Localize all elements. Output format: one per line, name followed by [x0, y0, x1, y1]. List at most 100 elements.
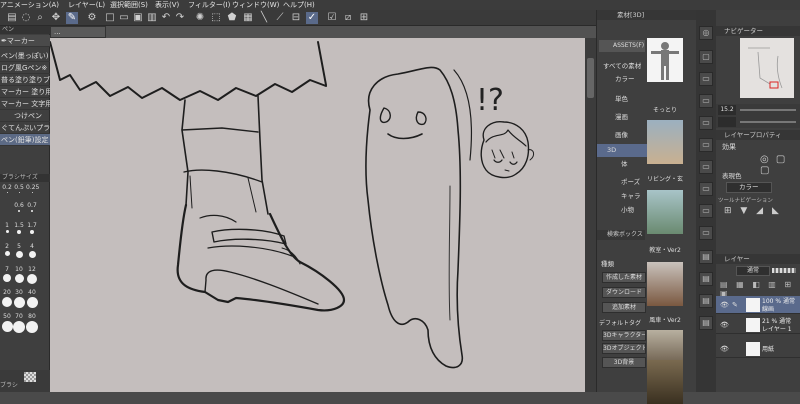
material-thumbnail[interactable]: [647, 190, 683, 234]
brush-size-option[interactable]: 12: [26, 267, 38, 284]
folder-icon[interactable]: ▭: [699, 94, 713, 108]
clear-icon[interactable]: ▦: [242, 12, 254, 24]
layer-row[interactable]: 👁 用紙: [716, 340, 800, 358]
effect-buttons[interactable]: ◎ ▢ ▢: [760, 154, 800, 176]
menu-view[interactable]: 表示(V): [155, 0, 179, 10]
menu-layer[interactable]: レイヤー(L): [68, 0, 105, 10]
folder-icon[interactable]: ▭: [699, 204, 713, 218]
brush-size-option[interactable]: 0.5: [13, 185, 25, 193]
sub-tool-item[interactable]: つけペン: [0, 110, 50, 122]
menu-window[interactable]: ウィンドウ(W): [232, 0, 279, 10]
tree-item-selected[interactable]: 3D: [597, 144, 653, 157]
scroll-thumb[interactable]: [587, 58, 594, 98]
menu-filter[interactable]: フィルター(I): [188, 0, 230, 10]
sub-tool-item[interactable]: ログ風Gペン※: [0, 62, 50, 74]
eye-icon[interactable]: 👁: [720, 301, 729, 309]
expression-color-select[interactable]: カラー: [726, 182, 772, 193]
menu-animation[interactable]: アニメーション(A): [0, 0, 59, 10]
brush-size-option[interactable]: 50: [1, 314, 13, 332]
rotation-value[interactable]: [718, 117, 736, 127]
open-file-icon[interactable]: ▭: [118, 12, 130, 24]
material-thumbnail[interactable]: [647, 38, 683, 82]
filter-button[interactable]: ダウンロード: [602, 287, 646, 298]
folder-icon[interactable]: ▭: [699, 116, 713, 130]
clipboard-icon[interactable]: ▤: [699, 250, 713, 264]
drawing-canvas[interactable]: !?: [50, 38, 585, 392]
clipboard-icon[interactable]: ▤: [699, 272, 713, 286]
pen-icon[interactable]: ✎: [66, 12, 78, 24]
material-thumbnail[interactable]: [647, 120, 683, 164]
symmetry-icon[interactable]: ⧄: [342, 12, 354, 24]
folder-icon[interactable]: ▭: [699, 226, 713, 240]
export-icon[interactable]: ▥: [146, 12, 158, 24]
lasso-icon[interactable]: ◌: [20, 12, 32, 24]
ruler-icon[interactable]: ╲: [258, 12, 270, 24]
tool-navigation-buttons[interactable]: ⊞ ▼ ◢ ◣: [724, 206, 782, 216]
loading-icon[interactable]: ✺: [194, 12, 206, 24]
current-tool-name[interactable]: ✒マーカー: [0, 35, 50, 47]
sub-tool-item[interactable]: ペン(墨っぽい): [0, 50, 50, 62]
brush-size-option[interactable]: 10: [13, 267, 25, 283]
menu-help[interactable]: ヘルプ(H): [283, 0, 315, 10]
tree-item[interactable]: 単色: [597, 93, 661, 106]
sub-tool-item[interactable]: マーカー 文字用: [0, 98, 50, 110]
snap-icon[interactable]: ⊟: [290, 12, 302, 24]
brush-size-option[interactable]: 0.25: [26, 185, 39, 193]
settings-icon[interactable]: ⚙: [86, 12, 98, 24]
sub-tool-item-selected[interactable]: ペン(鉛筆)設定: [0, 134, 50, 146]
save-icon[interactable]: ▣: [132, 12, 144, 24]
layer-toolbar[interactable]: ▤ ▦ ◧ ▥ ⊞ ▣: [716, 280, 800, 298]
layer-row[interactable]: 👁 21 % 通常 レイヤー 1: [716, 316, 800, 334]
folder-icon[interactable]: ▭: [699, 72, 713, 86]
redo-icon[interactable]: ↷: [174, 12, 186, 24]
sub-tool-item[interactable]: ぐてんぷいプラシ: [0, 122, 50, 134]
brush-size-option[interactable]: 4: [26, 244, 38, 258]
navigator-preview[interactable]: [740, 38, 794, 98]
eye-icon[interactable]: 👁: [720, 321, 729, 329]
brush-size-option[interactable]: 20: [1, 290, 13, 307]
tree-item[interactable]: すべての素材: [597, 60, 649, 73]
fill-icon[interactable]: ⬟: [226, 12, 238, 24]
brush-size-option[interactable]: 40: [26, 290, 38, 308]
clipboard-icon[interactable]: ▤: [699, 316, 713, 330]
tag-button[interactable]: 3Dオブジェクト: [602, 343, 646, 354]
brush-size-option[interactable]: 80: [26, 314, 38, 333]
folder-icon[interactable]: ▭: [699, 160, 713, 174]
sub-tool-item[interactable]: 普る塗り塗りブラシ: [0, 74, 50, 86]
snap-special-ruler-icon[interactable]: ✓: [306, 12, 318, 24]
assets-button[interactable]: ASSETS(F): [599, 40, 645, 52]
brush-size-option[interactable]: 30: [13, 290, 25, 308]
folder-icon[interactable]: ▭: [699, 138, 713, 152]
folder-icon[interactable]: ▭: [699, 182, 713, 196]
material-thumbnail[interactable]: [647, 262, 683, 306]
transform-icon[interactable]: ⬚: [210, 12, 222, 24]
brush-size-option[interactable]: 0.7: [26, 203, 38, 212]
grid-icon[interactable]: ⊞: [358, 12, 370, 24]
brush-size-option[interactable]: 1: [1, 223, 13, 233]
check-icon[interactable]: ☑: [326, 12, 338, 24]
color-swatch[interactable]: [24, 372, 36, 382]
brush-size-option[interactable]: 0.6: [13, 203, 25, 212]
brush-size-option[interactable]: 7: [1, 267, 13, 282]
tool-layer-icon[interactable]: ▤: [6, 12, 18, 24]
brush-size-option[interactable]: 0.2: [1, 185, 13, 193]
filter-button[interactable]: 追加素材: [602, 302, 646, 313]
new-file-icon[interactable]: □: [104, 12, 116, 24]
brush-size-option[interactable]: 1.7: [26, 223, 38, 234]
undo-icon[interactable]: ↶: [160, 12, 172, 24]
layer-row-selected[interactable]: 👁 ✎ 100 % 通常 線画: [716, 296, 800, 314]
move-icon[interactable]: ✥: [50, 12, 62, 24]
blend-mode-select[interactable]: 通常: [736, 266, 770, 276]
menu-selection[interactable]: 選択範囲(S): [110, 0, 148, 10]
zoom-value[interactable]: 15.2: [718, 105, 736, 115]
brush-size-option[interactable]: 2: [1, 244, 13, 256]
rotation-slider[interactable]: [740, 121, 796, 123]
sub-tool-item[interactable]: マーカー 塗り用: [0, 86, 50, 98]
document-tab[interactable]: ...: [50, 26, 106, 38]
tag-button[interactable]: 3Dキャラクター: [602, 330, 646, 341]
opacity-bar[interactable]: [772, 268, 796, 273]
zoom-slider[interactable]: [740, 109, 796, 111]
clipboard-icon[interactable]: ▤: [699, 294, 713, 308]
vertical-scrollbar[interactable]: [585, 38, 596, 392]
eye-icon[interactable]: 👁: [720, 345, 729, 353]
